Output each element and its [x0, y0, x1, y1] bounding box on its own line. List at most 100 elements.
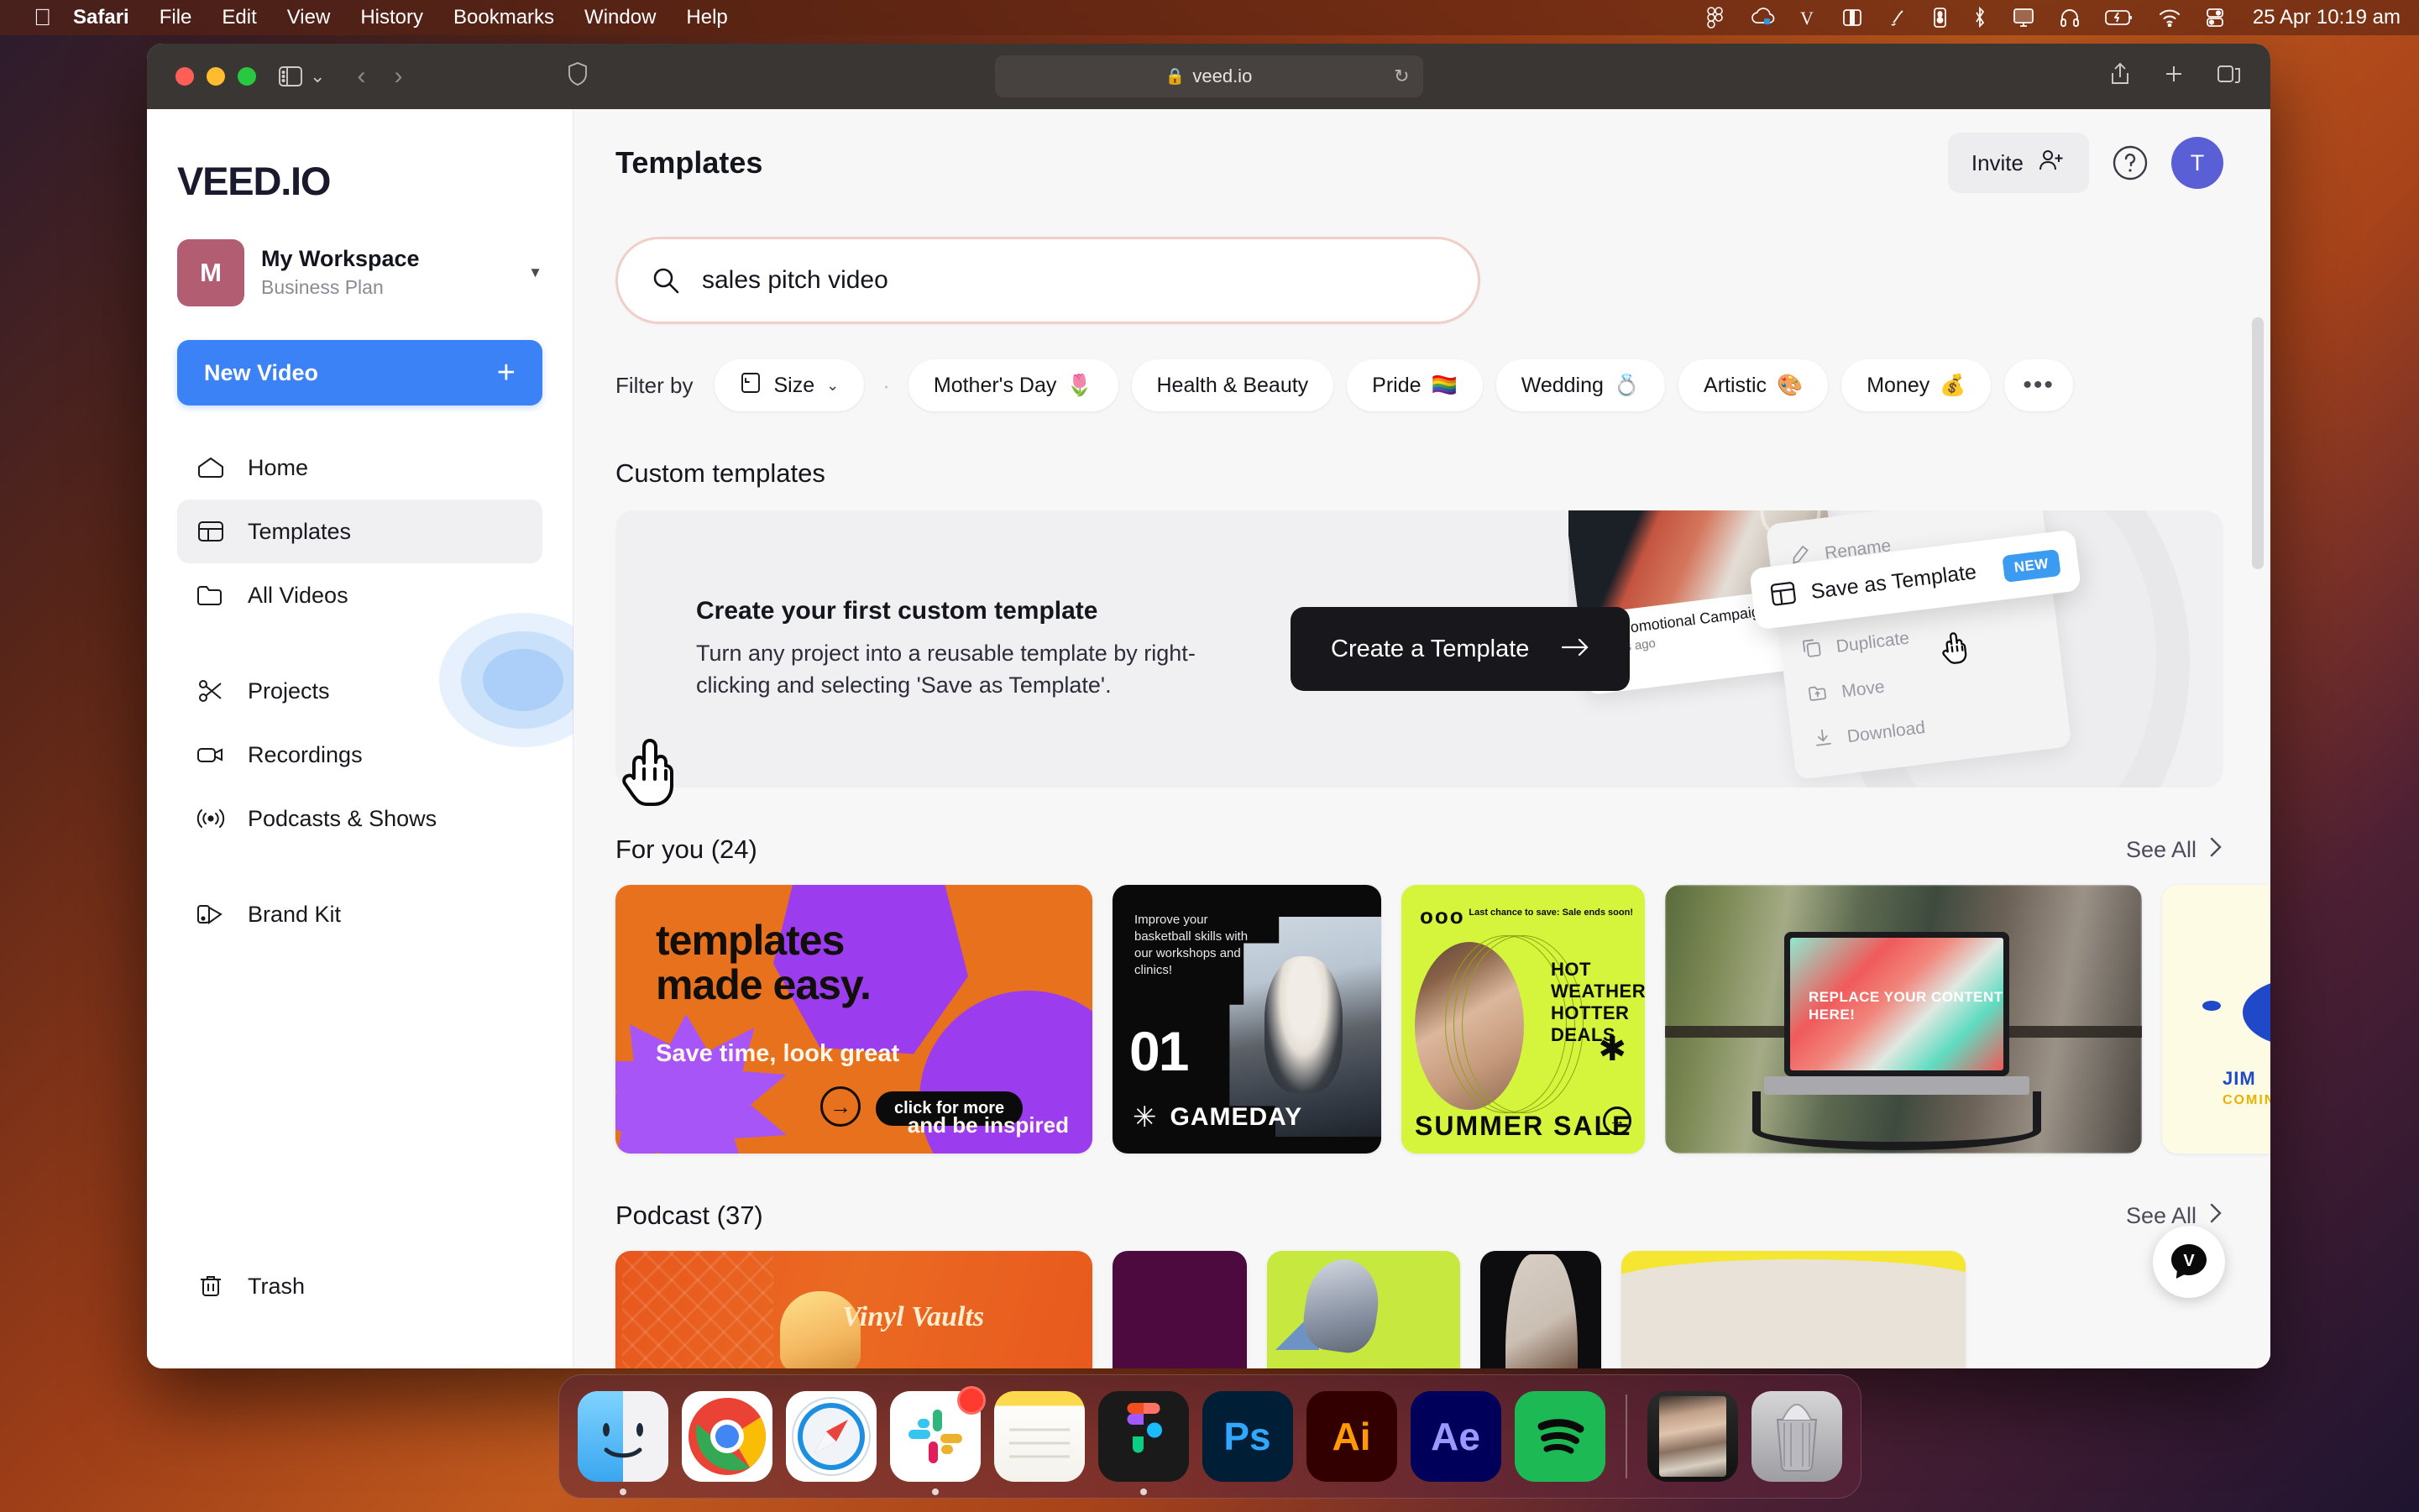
invite-button[interactable]: Invite [1947, 133, 2089, 193]
filter-chip-pride[interactable]: Pride 🏳️‍🌈 [1347, 359, 1483, 411]
back-button[interactable]: ‹ [357, 62, 365, 91]
custom-templates-banner: Create your first custom template Turn a… [615, 510, 2223, 787]
dock-app-aftereffects[interactable]: Ae [1410, 1391, 1501, 1482]
dock-app-notes[interactable] [993, 1391, 1085, 1482]
menu-window[interactable]: Window [584, 6, 656, 29]
clipboard-icon[interactable] [1888, 8, 1908, 28]
dock-app-photoshop[interactable]: Ps [1202, 1391, 1293, 1482]
dock-app-illustrator[interactable]: Ai [1306, 1391, 1397, 1482]
see-all-for-you[interactable]: See All [2126, 835, 2223, 865]
podcast-card-morning-update[interactable]: Morning Update [1113, 1251, 1247, 1368]
see-all-podcast[interactable]: See All [2126, 1201, 2223, 1231]
sidebar-item-projects[interactable]: Projects [177, 659, 542, 723]
filter-chip-money[interactable]: Money 💰 [1841, 359, 1992, 411]
sidebar-toggle-button[interactable]: ⌄ [278, 65, 325, 87]
dock-photo-preview[interactable] [1647, 1391, 1738, 1482]
search-input[interactable] [702, 266, 1444, 295]
dock-app-safari[interactable] [785, 1391, 877, 1482]
template-card-templates-made-easy[interactable]: templates made easy. Save time, look gre… [615, 885, 1092, 1154]
tulip-emoji-icon: 🌷 [1066, 373, 1093, 397]
sidebar-icon[interactable] [1842, 8, 1862, 28]
filter-size-dropdown[interactable]: Size ⌄ [715, 359, 865, 411]
podcast-card-podcasting[interactable]: PODCASTING [1267, 1251, 1460, 1368]
podcast-card-vinyl-vaults[interactable]: Vinyl Vaults [615, 1251, 1092, 1368]
vimeo-icon[interactable]: V [1800, 7, 1817, 29]
chip-label: Wedding [1521, 373, 1604, 397]
workspace-switcher[interactable]: M My Workspace Business Plan ▼ [177, 239, 542, 306]
headphones-icon[interactable] [2060, 8, 2080, 28]
main-content: Templates Invite T sales pitch video Fil… [573, 109, 2270, 1368]
create-template-button[interactable]: Create a Template [1291, 607, 1631, 691]
creative-cloud-icon[interactable] [1750, 8, 1775, 28]
dock-app-chrome[interactable] [681, 1391, 772, 1482]
menu-view[interactable]: View [287, 6, 331, 29]
user-avatar[interactable]: T [2171, 137, 2223, 189]
filter-chip-health-beauty[interactable]: Health & Beauty [1131, 359, 1334, 411]
battery-charging-icon[interactable] [2104, 8, 2134, 27]
window-traffic-lights[interactable] [175, 67, 256, 86]
sidebar-item-trash[interactable]: Trash [177, 1254, 542, 1318]
filter-more-button[interactable]: ••• [2004, 359, 2073, 411]
new-video-button[interactable]: New Video + [177, 340, 542, 405]
safari-window: ⌄ ‹ › 🔒 veed.io ↻ VEED.IO M My Workspace… [147, 44, 2270, 1368]
veed-logo[interactable]: VEED.IO [177, 158, 542, 204]
podcast-card-portrait[interactable] [1480, 1251, 1601, 1368]
running-indicator [931, 1488, 939, 1495]
help-button[interactable] [2111, 144, 2149, 182]
sidebar-item-brand-kit[interactable]: Brand Kit [177, 882, 542, 946]
filter-chip-wedding[interactable]: Wedding 💍 [1495, 359, 1666, 411]
dock-app-slack[interactable] [889, 1386, 986, 1495]
menubar-clock[interactable]: 25 Apr 10:19 am [2253, 6, 2401, 29]
menu-safari[interactable]: Safari [73, 6, 129, 29]
search-bar[interactable] [615, 237, 1480, 324]
menu-help[interactable]: Help [686, 6, 727, 29]
close-window-button[interactable] [175, 67, 194, 86]
bluetooth-icon[interactable] [1972, 7, 1987, 29]
veed-chat-icon: V [2171, 1244, 2207, 1279]
sidebar-item-home[interactable]: Home [177, 436, 542, 500]
veed-chat-fab[interactable]: V [2153, 1226, 2225, 1298]
sidebar-item-templates[interactable]: Templates [177, 500, 542, 563]
address-bar[interactable]: 🔒 veed.io ↻ [994, 55, 1423, 97]
card-footer-label: and be inspired [907, 1112, 1069, 1138]
navigation-buttons[interactable]: ‹ › [357, 62, 402, 91]
dock-app-spotify[interactable] [1514, 1391, 1605, 1482]
privacy-shield-icon[interactable] [567, 61, 589, 92]
battery-device-icon[interactable] [1933, 7, 1947, 29]
apple-logo-icon[interactable]:  [34, 6, 51, 29]
lock-icon: 🔒 [1165, 68, 1186, 86]
sidebar-item-all-videos[interactable]: All Videos [177, 563, 542, 627]
dock-app-finder[interactable] [577, 1391, 668, 1495]
vertical-scrollbar[interactable] [2252, 317, 2264, 569]
podcast-card-light[interactable] [1621, 1251, 1966, 1368]
sidebar-item-recordings[interactable]: Recordings [177, 723, 542, 787]
new-tab-icon[interactable] [2163, 63, 2185, 91]
display-icon[interactable] [2013, 8, 2034, 28]
reload-icon[interactable]: ↻ [1394, 65, 1409, 87]
wifi-icon[interactable] [2159, 8, 2181, 27]
dock-trash[interactable] [1751, 1391, 1842, 1482]
control-center-icon[interactable] [2206, 8, 2224, 28]
workspace-name: My Workspace [261, 246, 420, 272]
template-card-replace-your-content[interactable]: REPLACE YOUR CONTENT HERE! [1665, 885, 2142, 1154]
figma-icon[interactable] [1706, 7, 1725, 29]
template-card-summer-sale[interactable]: ooo Last chance to save: Sale ends soon!… [1401, 885, 1645, 1154]
forward-button[interactable]: › [394, 62, 402, 91]
share-icon[interactable] [2109, 61, 2131, 92]
template-card-gameday[interactable]: Improve your basketball skills with our … [1113, 885, 1381, 1154]
sidebar-item-podcasts-shows[interactable]: Podcasts & Shows [177, 787, 542, 850]
tab-overview-icon[interactable] [2217, 63, 2242, 91]
sidebar-toggle-icon [278, 65, 303, 87]
menu-history[interactable]: History [360, 6, 423, 29]
maximize-window-button[interactable] [238, 67, 256, 86]
filter-chip-artistic[interactable]: Artistic 🎨 [1678, 359, 1829, 411]
menu-file[interactable]: File [160, 6, 192, 29]
dock-app-figma[interactable] [1097, 1391, 1189, 1495]
template-card-jim-coming-soon[interactable]: JIM COMING [2162, 885, 2270, 1154]
filter-size-label: Size [773, 373, 815, 397]
menu-bookmarks[interactable]: Bookmarks [453, 6, 554, 29]
safari-toolbar: ⌄ ‹ › 🔒 veed.io ↻ [147, 44, 2270, 109]
filter-chip-mothers-day[interactable]: Mother's Day 🌷 [908, 359, 1118, 411]
minimize-window-button[interactable] [207, 67, 225, 86]
menu-edit[interactable]: Edit [222, 6, 256, 29]
